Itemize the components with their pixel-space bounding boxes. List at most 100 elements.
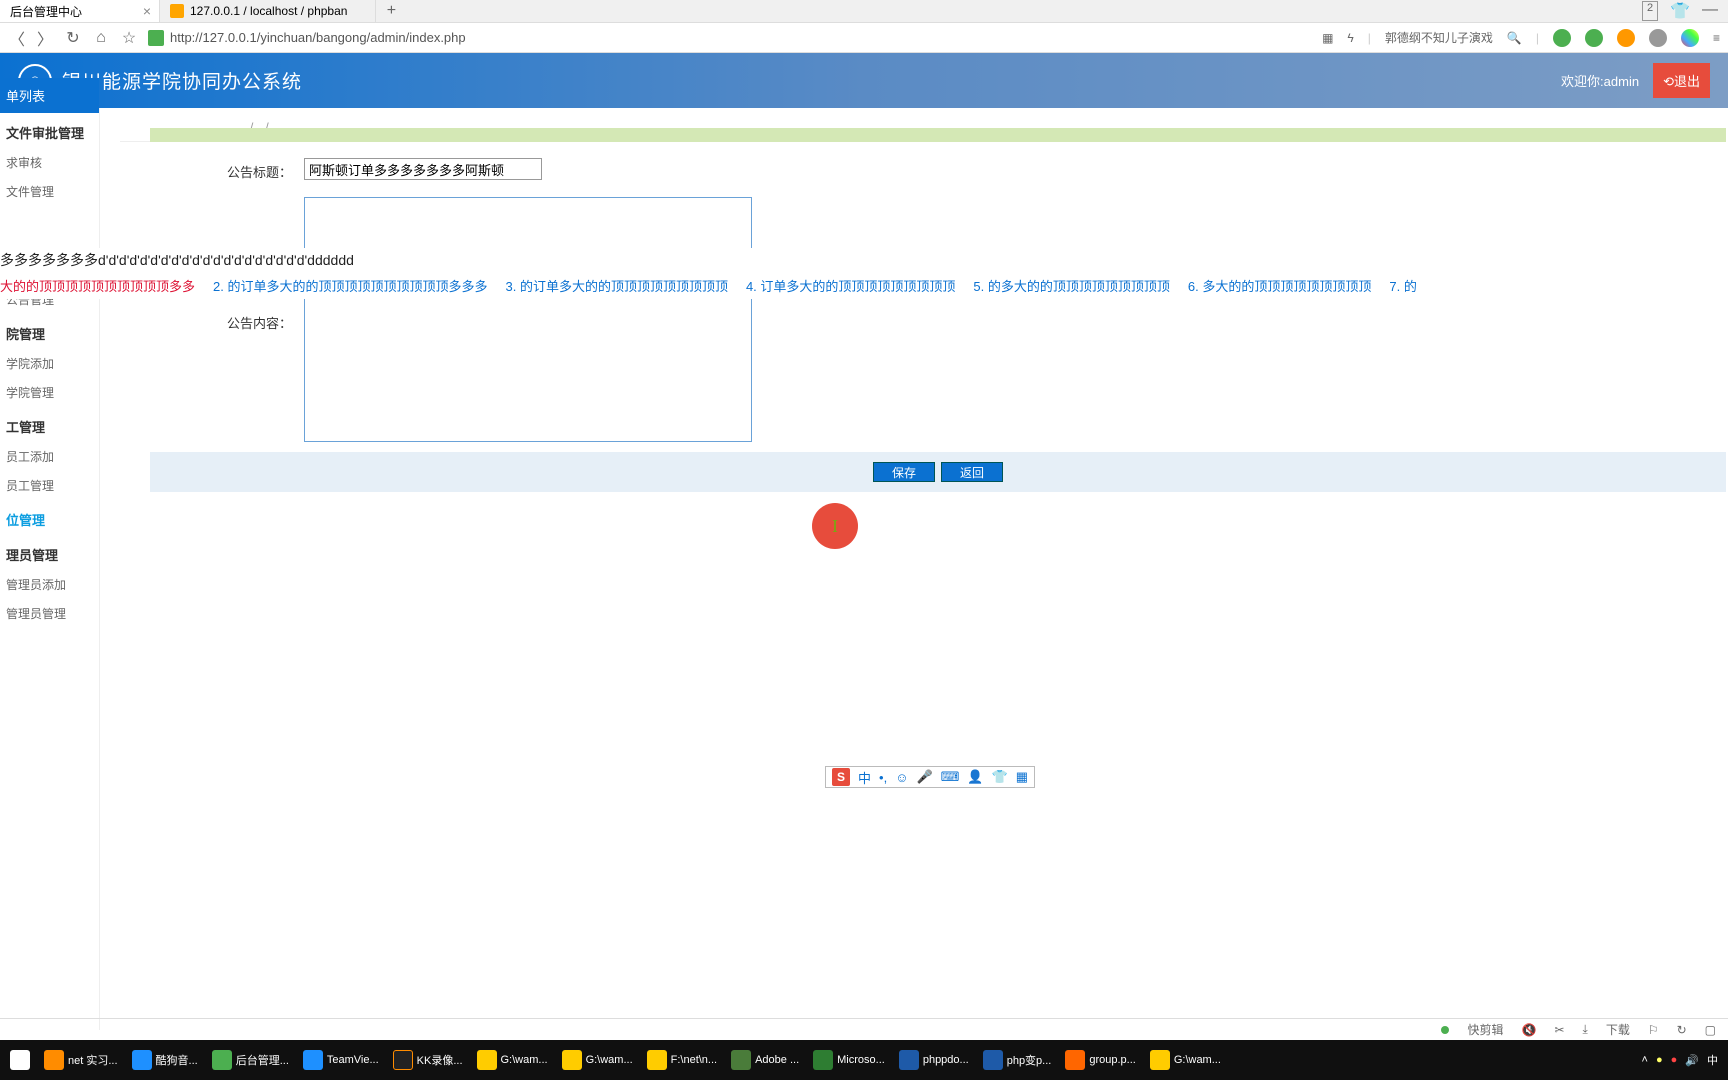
sidebar: 单列表 文件审批管理 求审核 文件管理 公告添加 公告管理 院管理 学院添加 学… <box>0 108 100 1030</box>
task-item[interactable]: TeamVie... <box>297 1044 385 1076</box>
button-row: 保存 返回 <box>150 452 1726 492</box>
favicon-icon <box>170 4 184 18</box>
title-label: 公告标题： <box>150 158 304 181</box>
cloud-icon[interactable] <box>1617 29 1635 47</box>
tab-label: 后台管理中心 <box>10 3 82 20</box>
welcome-text: 欢迎你:admin <box>1561 71 1639 90</box>
sidebar-item[interactable]: 员工添加 <box>0 442 99 471</box>
ime-composition: 多多多多多多多d'd'd'd'd'd'd'd'd'd'd'd'd'd'd'd'd… <box>0 248 1728 272</box>
task-item[interactable]: net 实习... <box>38 1044 124 1076</box>
address-bar: 〈 〉 ↻ ⌂ ☆ http://127.0.0.1/yinchuan/bang… <box>0 23 1728 53</box>
sidebar-item[interactable]: 求审核 <box>0 148 99 177</box>
mute-icon[interactable]: 🔇 <box>1521 1023 1536 1037</box>
sidebar-item[interactable]: 学院管理 <box>0 378 99 407</box>
search-hint[interactable]: 郭德纲不知儿子演戏 <box>1385 29 1493 46</box>
sidebar-group[interactable]: 院管理 <box>0 314 99 349</box>
content-area: 公告标题： 公告内容： 保存 返回 I <box>100 108 1728 1030</box>
task-item[interactable]: 后台管理... <box>206 1044 295 1076</box>
search-icon[interactable]: 🔍 <box>1507 31 1522 45</box>
ime-toolbox-icon[interactable]: ▦ <box>1016 769 1028 785</box>
ime-skin-icon[interactable]: 👕 <box>992 769 1008 785</box>
task-item[interactable]: F:\net\n... <box>641 1044 723 1076</box>
download-label[interactable]: 下载 <box>1606 1021 1630 1038</box>
task-item[interactable]: Adobe ... <box>725 1044 805 1076</box>
apps-icon[interactable] <box>1681 29 1699 47</box>
translate-icon[interactable] <box>1585 29 1603 47</box>
sidebar-group[interactable]: 文件审批管理 <box>0 113 99 148</box>
save-button[interactable]: 保存 <box>873 462 935 482</box>
tab-label: 127.0.0.1 / localhost / phpban <box>190 4 347 18</box>
window-icon[interactable]: ▢ <box>1705 1023 1716 1037</box>
tray-person-icon[interactable]: ● <box>1656 1054 1663 1066</box>
flag-icon[interactable]: ⚐ <box>1648 1023 1659 1037</box>
tab-admin[interactable]: 后台管理中心 × <box>0 0 160 22</box>
task-item[interactable]: G:\wam... <box>471 1044 554 1076</box>
sidebar-item[interactable]: 文件管理 <box>0 177 99 206</box>
ime-lang[interactable]: 中 <box>858 768 871 787</box>
shield-icon <box>148 30 164 46</box>
tray-volume-icon[interactable]: 🔊 <box>1685 1054 1699 1067</box>
section-divider <box>150 128 1726 142</box>
sidebar-item[interactable]: 学院添加 <box>0 349 99 378</box>
flash-icon[interactable]: ϟ <box>1347 31 1353 45</box>
ime-voice-icon[interactable]: 🎤 <box>916 769 932 785</box>
status-label[interactable]: 快剪辑 <box>1467 1021 1503 1038</box>
sidebar-item[interactable]: 员工管理 <box>0 471 99 500</box>
task-item[interactable]: KK录像... <box>387 1044 469 1076</box>
screenshot-icon[interactable] <box>1649 29 1667 47</box>
ime-punct-icon[interactable]: •, <box>879 770 887 785</box>
task-item[interactable]: 酷狗音... <box>126 1044 204 1076</box>
back-button[interactable]: 返回 <box>941 462 1003 482</box>
wardrobe-icon[interactable]: 👕 <box>1670 1 1690 21</box>
sidebar-item[interactable]: 管理员管理 <box>0 599 99 628</box>
url-field[interactable]: http://127.0.0.1/yinchuan/bangong/admin/… <box>148 30 466 46</box>
task-item[interactable]: G:\wam... <box>1144 1044 1227 1076</box>
logout-button[interactable]: ⟲退出 <box>1653 63 1710 98</box>
back-icon[interactable]: 〈 <box>8 29 26 47</box>
close-icon[interactable]: × <box>143 3 151 19</box>
task-item[interactable]: G:\wam... <box>556 1044 639 1076</box>
sidebar-item[interactable]: 管理员添加 <box>0 570 99 599</box>
sidebar-group[interactable]: 位管理 <box>0 500 99 535</box>
download-icon[interactable]: ⤓ <box>1583 1022 1588 1037</box>
home-icon[interactable]: ⌂ <box>92 29 110 47</box>
ime-emoji-icon[interactable]: ☺ <box>895 770 908 785</box>
system-tray[interactable]: ˄ ● ● 🔊 中 <box>1642 1052 1724 1068</box>
ime-toolbar[interactable]: S 中 •, ☺ 🎤 ⌨ 👤 👕 ▦ <box>825 766 1035 788</box>
task-item[interactable]: php变p... <box>977 1044 1058 1076</box>
forward-icon[interactable]: 〉 <box>36 29 54 47</box>
tray-shield-icon[interactable]: ● <box>1671 1054 1678 1066</box>
ime-candidates[interactable]: 大的的顶顶顶顶顶顶顶顶顶顶多多 2. 的订单多大的的顶顶顶顶顶顶顶顶顶顶多多多 … <box>0 272 1728 299</box>
app-header: ◉ 银川能源学院协同办公系统 欢迎你:admin ⟲退出 <box>0 53 1728 108</box>
new-tab-button[interactable]: + <box>376 2 406 20</box>
sidebar-group[interactable]: 工管理 <box>0 407 99 442</box>
tab-count-badge: 2 <box>1642 1 1658 21</box>
title-input[interactable] <box>304 158 542 180</box>
start-button[interactable] <box>4 1044 36 1076</box>
ime-keyboard-icon[interactable]: ⌨ <box>941 769 960 785</box>
cursor-indicator: I <box>812 503 858 549</box>
ime-person-icon[interactable]: 👤 <box>967 769 983 785</box>
tray-lang[interactable]: 中 <box>1707 1052 1718 1068</box>
reload-icon[interactable]: ↻ <box>64 29 82 47</box>
menu-icon[interactable]: ≡ <box>1713 31 1720 45</box>
sidebar-header: 单列表 <box>0 78 99 113</box>
capture-icon[interactable]: ✂ <box>1554 1023 1564 1037</box>
sync-icon[interactable]: ↻ <box>1677 1023 1687 1037</box>
task-item[interactable]: Microso... <box>807 1044 891 1076</box>
content-textarea[interactable] <box>304 197 752 442</box>
grid-icon[interactable]: ▦ <box>1322 31 1333 45</box>
browser-tab-strip: 后台管理中心 × 127.0.0.1 / localhost / phpban … <box>0 0 1728 23</box>
task-item[interactable]: group.p... <box>1059 1044 1141 1076</box>
task-item[interactable]: phppdo... <box>893 1044 975 1076</box>
minimize-icon[interactable]: — <box>1702 1 1718 21</box>
sogou-icon: S <box>832 768 850 786</box>
tray-chevron-icon[interactable]: ˄ <box>1642 1054 1648 1066</box>
sidebar-group[interactable]: 理员管理 <box>0 535 99 570</box>
browser-status-bar: 快剪辑 🔇 ✂ ⤓ 下载 ⚐ ↻ ▢ <box>0 1018 1728 1040</box>
tab-phpmyadmin[interactable]: 127.0.0.1 / localhost / phpban <box>160 0 376 22</box>
ime-candidate-panel: 多多多多多多多d'd'd'd'd'd'd'd'd'd'd'd'd'd'd'd'd… <box>0 248 1728 299</box>
status-dot-icon <box>1441 1026 1449 1034</box>
star-icon[interactable]: ☆ <box>120 29 138 47</box>
scissors-icon[interactable] <box>1553 29 1571 47</box>
